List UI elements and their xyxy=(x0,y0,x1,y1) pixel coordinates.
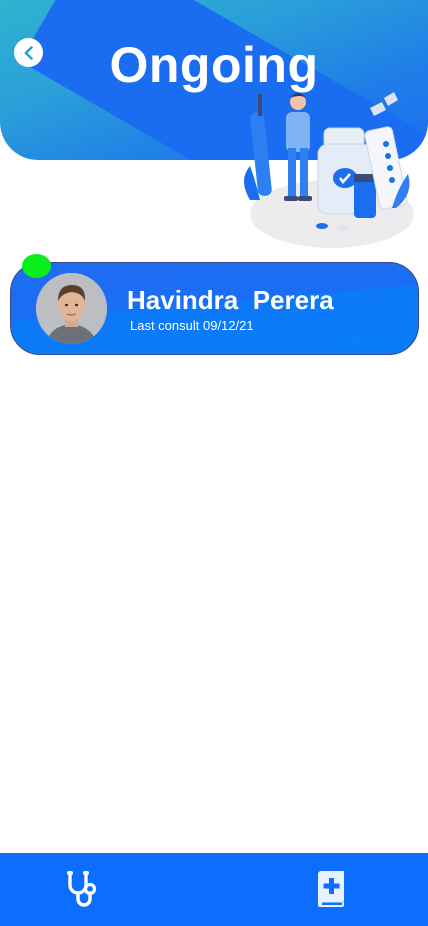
medical-book-icon xyxy=(318,871,344,907)
last-consult-date: Last consult 09/12/21 xyxy=(130,318,254,333)
online-status-dot xyxy=(22,254,51,278)
nav-medical-records[interactable] xyxy=(309,867,353,911)
avatar xyxy=(36,273,107,344)
stethoscope-icon xyxy=(67,871,97,907)
medical-illustration xyxy=(244,92,414,248)
nav-consultations[interactable] xyxy=(58,867,102,911)
patient-name: Havindra Perera xyxy=(127,285,334,315)
patient-photo xyxy=(36,273,107,344)
bottom-nav xyxy=(0,853,428,926)
page-title: Ongoing xyxy=(109,37,319,93)
